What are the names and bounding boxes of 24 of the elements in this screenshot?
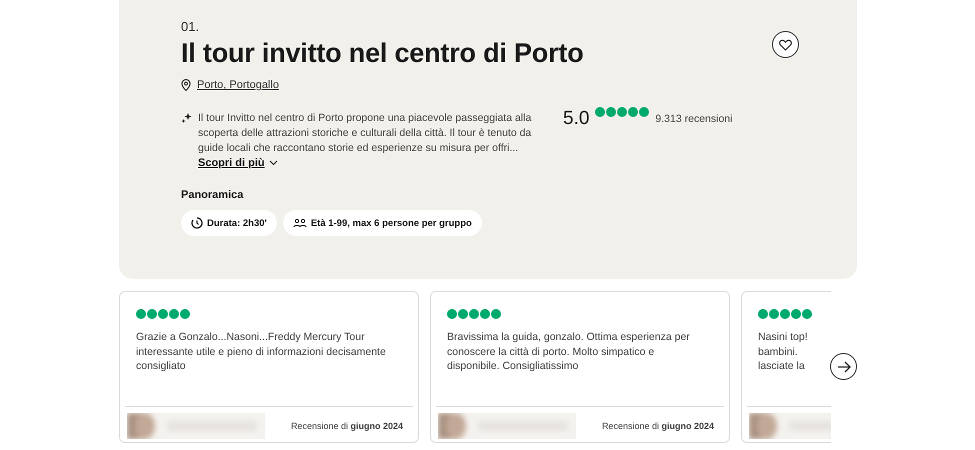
location-pin-icon <box>181 79 191 91</box>
arrow-right-icon <box>836 360 850 372</box>
chevron-down-icon <box>268 160 278 166</box>
heart-icon <box>779 38 792 50</box>
next-button[interactable] <box>830 353 857 380</box>
rating-score: 5.0 <box>563 108 590 130</box>
overview-heading: Panoramica <box>181 189 244 201</box>
location-link[interactable]: Porto, Portogallo <box>197 79 279 91</box>
chip-label: Durata: 2h30' <box>207 218 267 228</box>
tour-title: Il tour invitto nel centro di Porto <box>181 38 584 69</box>
timer-icon <box>191 217 203 229</box>
review-text: Grazie a Gonzalo...Nasoni...Freddy Mercury Tour interessante utile e pieno di informazioni decisamente consigliato <box>136 330 386 374</box>
sparkle-icon <box>181 113 192 124</box>
review-text: Bravissima la guida, gonzalo. Ottima esperienza per conoscere la città di porto. Molto simpatico e disponibile. Consigliatissimo <box>447 330 690 374</box>
review-text: Nasini top! bambini. lasciate la <box>758 330 808 374</box>
people-icon <box>292 218 307 228</box>
tour-index: 01. <box>181 19 200 34</box>
favorite-button[interactable] <box>772 31 799 58</box>
review-date: Recensione di giugno 2024 <box>290 421 403 431</box>
tour-description: Il tour Invitto nel centro di Porto propone una piacevole passeggiata alla scoperta delle attrazioni storiche e culturali della città. Il tour è tenuto da guide locali che raccontano storie ed esperienze su misura per offri... <box>198 111 532 156</box>
read-more-link[interactable]: Scopri di più <box>198 157 545 169</box>
review-date: Recensione di giugno 2024 <box>602 421 714 431</box>
review-count: 9.313 recensioni <box>655 113 732 125</box>
chip-label: Età 1-99, max 6 persone per gruppo <box>310 218 472 228</box>
